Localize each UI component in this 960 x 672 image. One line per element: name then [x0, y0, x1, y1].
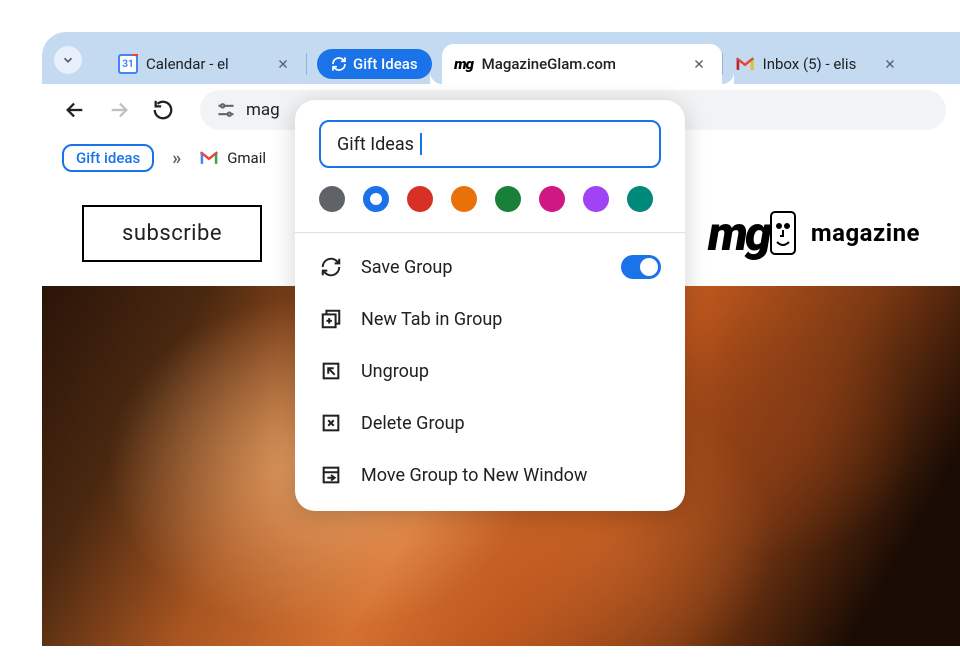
tab-group-popup: Gift Ideas Save Group New Tab in Group U… [295, 100, 685, 511]
color-swatch[interactable] [407, 186, 433, 212]
tune-icon [216, 100, 236, 120]
tab-calendar[interactable]: 31 Calendar - el [106, 44, 306, 84]
group-name-value: Gift Ideas [337, 134, 414, 155]
menu-label: Delete Group [361, 413, 465, 434]
back-button[interactable] [56, 91, 94, 129]
tab-title: Calendar - el [146, 55, 264, 73]
group-name-input[interactable]: Gift Ideas [319, 120, 661, 168]
window-menu-button[interactable] [54, 46, 82, 74]
calendar-icon: 31 [118, 54, 138, 74]
bookmark-overflow-icon[interactable]: » [168, 148, 185, 169]
delete-icon [319, 411, 343, 435]
tab-close-button[interactable] [272, 53, 294, 75]
color-swatch[interactable] [627, 186, 653, 212]
color-swatch[interactable] [539, 186, 565, 212]
menu-label: New Tab in Group [361, 309, 502, 330]
move-window-icon [319, 463, 343, 487]
chevron-down-icon [61, 53, 75, 67]
new-tab-icon [319, 307, 343, 331]
menu-label: Save Group [361, 257, 452, 278]
color-picker-row [295, 186, 685, 232]
bookmark-group-chip[interactable]: Gift ideas [62, 144, 154, 172]
bookmark-label: Gmail [227, 149, 266, 167]
gmail-icon [199, 150, 219, 166]
omnibox-text: mag [246, 100, 280, 120]
color-swatch[interactable] [451, 186, 477, 212]
brand-logo: mg [708, 205, 797, 262]
text-caret [420, 133, 422, 155]
tab-title: Inbox (5) - elis [763, 55, 871, 73]
color-swatch[interactable] [583, 186, 609, 212]
menu-new-tab-in-group[interactable]: New Tab in Group [295, 293, 685, 345]
tab-close-button[interactable] [688, 53, 710, 75]
tab-title: MagazineGlam.com [482, 55, 680, 73]
divider [295, 232, 685, 233]
color-swatch[interactable] [319, 186, 345, 212]
gmail-icon [735, 54, 755, 74]
bookmark-gmail[interactable]: Gmail [199, 149, 266, 167]
brand: mg magazine [708, 205, 920, 262]
tab-inbox[interactable]: Inbox (5) - elis [723, 44, 913, 84]
color-swatch[interactable] [363, 186, 389, 212]
color-swatch[interactable] [495, 186, 521, 212]
sync-icon [319, 255, 343, 279]
menu-ungroup[interactable]: Ungroup [295, 345, 685, 397]
menu-move-to-new-window[interactable]: Move Group to New Window [295, 449, 685, 501]
menu-delete-group[interactable]: Delete Group [295, 397, 685, 449]
tab-group-label: Gift Ideas [353, 55, 418, 73]
site-favicon: mg [454, 54, 474, 74]
brand-name: magazine [811, 219, 920, 247]
tab-close-button[interactable] [879, 53, 901, 75]
menu-save-group[interactable]: Save Group [295, 241, 685, 293]
reload-button[interactable] [144, 91, 182, 129]
forward-button[interactable] [100, 91, 138, 129]
save-group-toggle[interactable] [621, 255, 661, 279]
ungroup-icon [319, 359, 343, 383]
menu-label: Ungroup [361, 361, 429, 382]
menu-label: Move Group to New Window [361, 465, 587, 486]
sync-icon [331, 56, 347, 72]
subscribe-button[interactable]: subscribe [82, 205, 262, 262]
tab-active[interactable]: mg MagazineGlam.com [442, 44, 722, 84]
tab-strip: 31 Calendar - el Gift Ideas mg MagazineG… [42, 32, 960, 84]
brand-face-icon [769, 210, 797, 256]
tab-group-pill[interactable]: Gift Ideas [317, 49, 432, 79]
group-name-field-wrap: Gift Ideas [319, 120, 661, 168]
